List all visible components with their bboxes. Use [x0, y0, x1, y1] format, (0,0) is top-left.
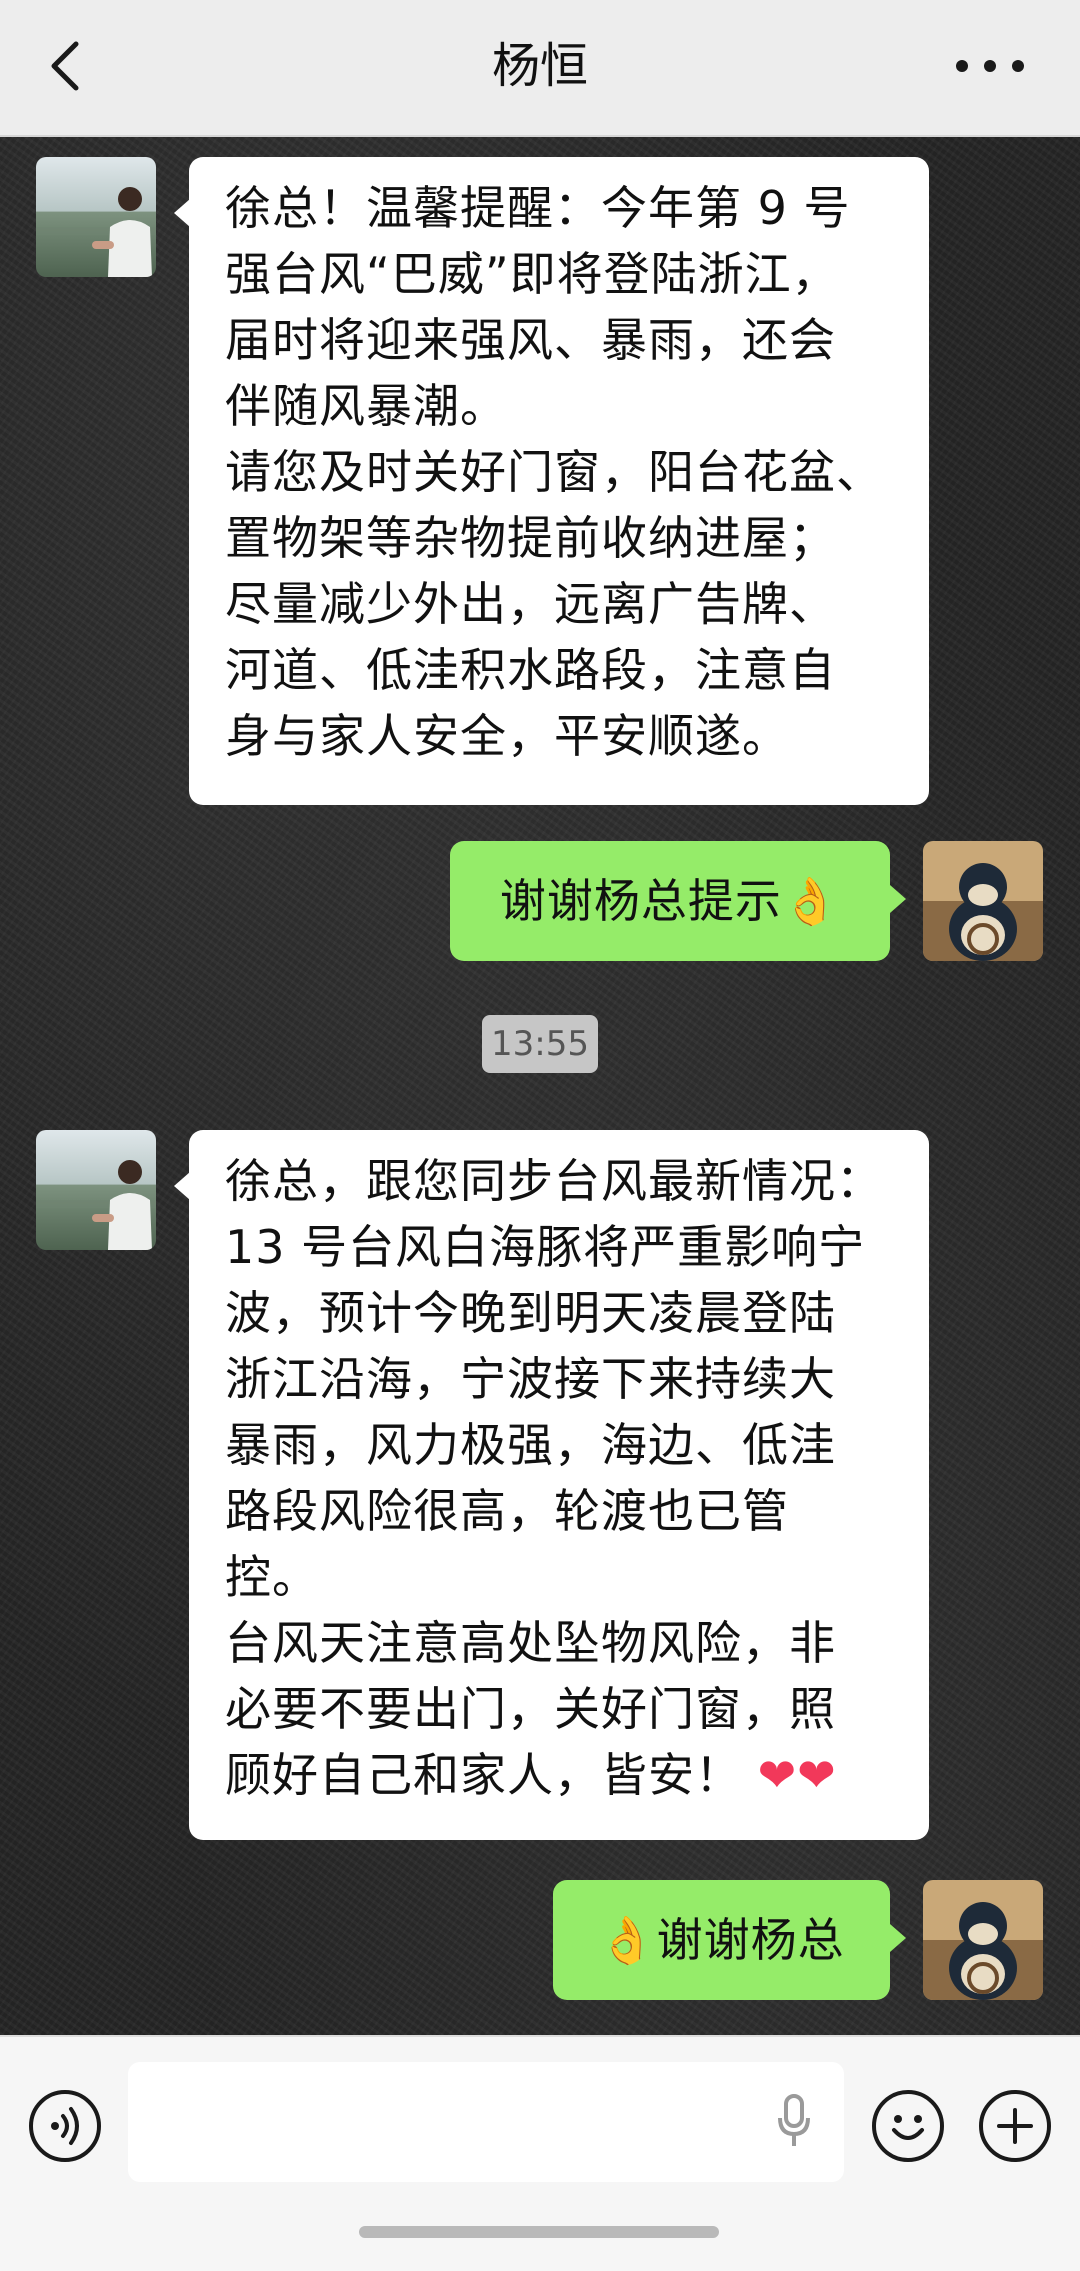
user-avatar[interactable] [923, 1880, 1043, 2000]
sent-message-bubble[interactable]: 谢谢杨总提示👌 [450, 841, 890, 961]
contact-avatar[interactable] [36, 1130, 156, 1250]
voice-icon [51, 2107, 79, 2145]
home-indicator[interactable] [359, 2226, 719, 2238]
received-message-bubble[interactable]: 徐总！温馨提醒：今年第 9 号 强台风“巴威”即将登陆浙江， 届时将迎来强风、暴… [189, 157, 929, 805]
bubble-tail [890, 1924, 906, 1952]
bubble-tail [174, 199, 190, 227]
chat-title: 杨恒 [491, 38, 588, 94]
message-text: 徐总！温馨提醒：今年第 9 号 强台风“巴威”即将登陆浙江， 届时将迎来强风、暴… [225, 181, 883, 763]
more-dots-icon [956, 60, 1024, 72]
heart-emoji: ❤❤ [757, 1748, 837, 1802]
contact-avatar[interactable] [36, 157, 156, 277]
message-body: 徐总，跟您同步台风最新情况： 13 号台风白海豚将严重影响宁 波，预计今晚到明天… [225, 1154, 883, 1802]
voice-button[interactable] [29, 2090, 101, 2162]
add-button[interactable] [979, 2090, 1051, 2162]
message-input[interactable] [128, 2062, 844, 2182]
more-button[interactable] [940, 34, 1040, 98]
bubble-tail [174, 1172, 190, 1200]
bubble-tail [890, 885, 906, 913]
message-text: 徐总，跟您同步台风最新情况： 13 号台风白海豚将严重影响宁 波，预计今晚到明天… [225, 1148, 893, 1808]
plus-icon [997, 2108, 1033, 2144]
sent-message-bubble[interactable]: 👌谢谢杨总 [553, 1880, 890, 2000]
message-text: 👌谢谢杨总 [598, 1913, 845, 1967]
input-toolbar [0, 2035, 1080, 2271]
emoji-button[interactable] [872, 2090, 944, 2162]
chat-header: 杨恒 [0, 0, 1080, 137]
emoji-icon [892, 2115, 924, 2140]
microphone-icon[interactable] [774, 2092, 814, 2152]
message-text: 谢谢杨总提示👌 [499, 874, 841, 928]
chat-area[interactable]: 徐总！温馨提醒：今年第 9 号 强台风“巴威”即将登陆浙江， 届时将迎来强风、暴… [0, 137, 1080, 2035]
timestamp-label: 13:55 [482, 1015, 598, 1073]
user-avatar[interactable] [923, 841, 1043, 961]
received-message-bubble[interactable]: 徐总，跟您同步台风最新情况： 13 号台风白海豚将严重影响宁 波，预计今晚到明天… [189, 1130, 929, 1840]
